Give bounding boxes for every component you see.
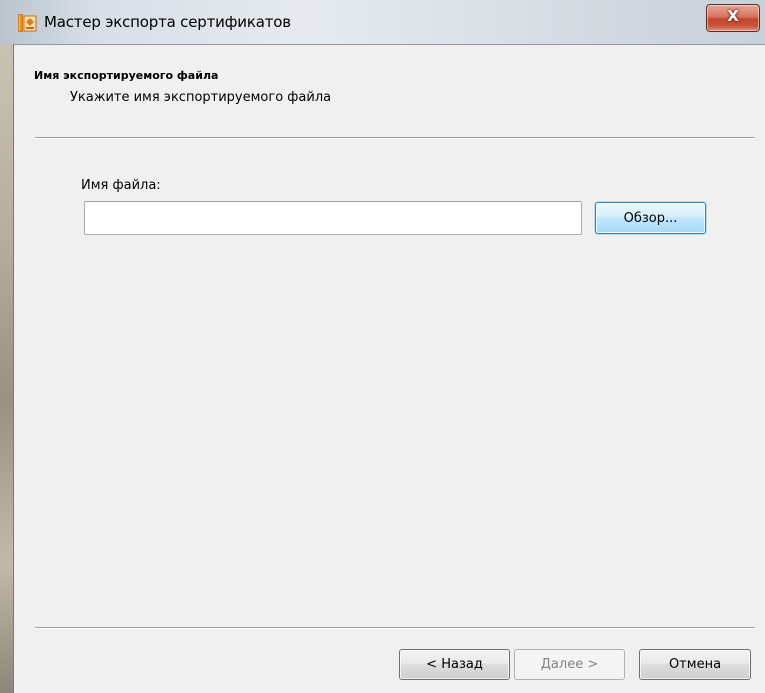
page-subtitle: Укажите имя экспортируемого файла <box>70 90 332 105</box>
background-window-edge <box>0 44 14 693</box>
header-divider <box>35 137 755 139</box>
close-icon: X <box>727 7 739 25</box>
footer-divider <box>35 627 755 629</box>
next-button[interactable]: Далее > <box>514 649 625 680</box>
certificate-wizard-icon <box>17 13 37 33</box>
wizard-header: Имя экспортируемого файла Укажите имя эк… <box>14 45 765 137</box>
close-button[interactable]: X <box>706 4 760 32</box>
page-title: Имя экспортируемого файла <box>34 69 219 82</box>
back-button[interactable]: < Назад <box>399 649 510 680</box>
window-title: Мастер экспорта сертификатов <box>44 13 291 31</box>
dialog-client-area: Имя экспортируемого файла Укажите имя эк… <box>14 44 765 693</box>
dialog-window: Мастер экспорта сертификатов X Имя экспо… <box>0 0 765 693</box>
filename-label: Имя файла: <box>81 178 161 193</box>
filename-input[interactable] <box>84 201 582 235</box>
title-bar[interactable]: Мастер экспорта сертификатов X <box>0 0 765 44</box>
cancel-button[interactable]: Отмена <box>639 649 751 680</box>
browse-button[interactable]: Обзор... <box>595 202 706 234</box>
